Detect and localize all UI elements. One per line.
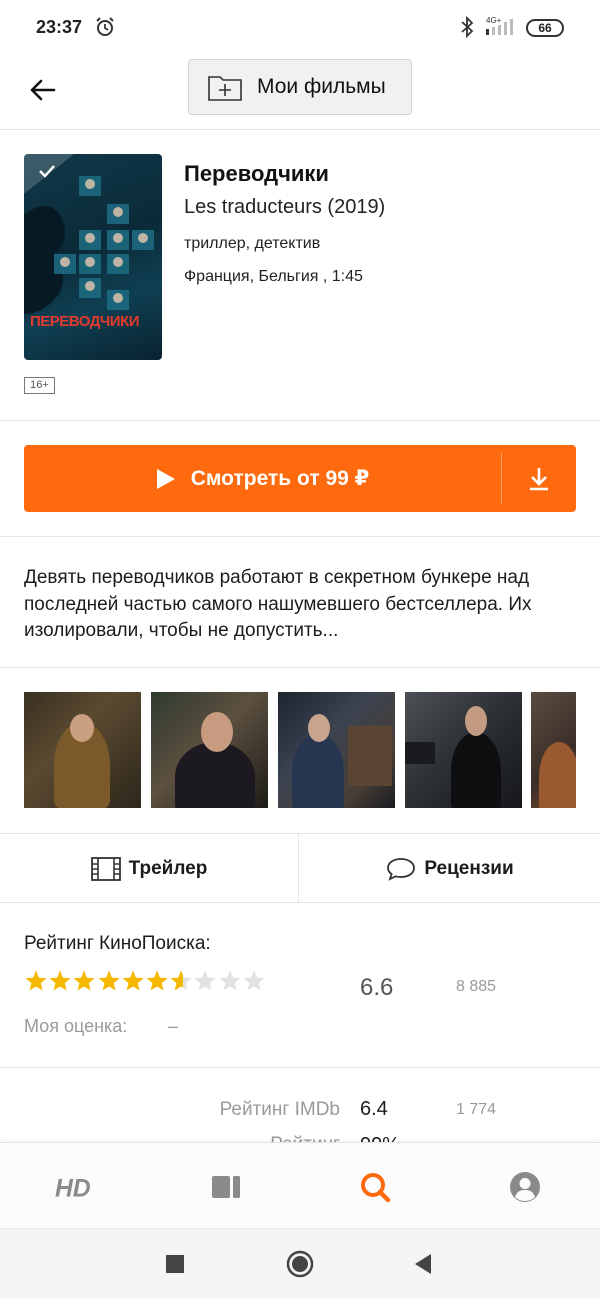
actions-row: Трейлер Рецензии xyxy=(0,834,600,903)
status-bar: 23:37 4G+ 66 xyxy=(0,0,600,56)
country-duration: Франция, Бельгия , 1:45 xyxy=(184,268,363,285)
play-icon xyxy=(156,468,175,489)
my-films-label: Мои фильмы xyxy=(257,75,386,98)
frame-thumbnail[interactable] xyxy=(24,692,141,808)
hd-icon: HD xyxy=(55,1176,91,1203)
rating-stars[interactable] xyxy=(24,969,274,993)
original-title: Les traducteurs (2019) xyxy=(184,196,386,218)
kinopoisk-rating: Рейтинг КиноПоиска: 6.6 8 885 Моя оценка… xyxy=(0,903,600,1068)
bottom-nav: HD xyxy=(0,1142,600,1228)
recents-button[interactable] xyxy=(160,1249,190,1279)
movie-poster[interactable]: ПЕРЕВОДЧИКИ xyxy=(24,154,162,360)
my-rating-value: – xyxy=(168,1016,179,1036)
nav-profile[interactable] xyxy=(505,1167,545,1207)
watch-button[interactable]: Смотреть от 99 ₽ xyxy=(24,445,501,512)
kinopoisk-rating-label: Рейтинг КиноПоиска: xyxy=(24,933,211,954)
battery-icon: 66 xyxy=(526,19,564,37)
reviews-button[interactable]: Рецензии xyxy=(300,834,600,903)
download-button[interactable] xyxy=(502,445,576,512)
star-icon[interactable] xyxy=(97,969,121,993)
star-icon[interactable] xyxy=(48,969,72,993)
bluetooth-icon xyxy=(461,16,474,38)
star-icon[interactable] xyxy=(145,969,169,993)
age-rating-badge: 16+ xyxy=(24,377,55,394)
home-button[interactable] xyxy=(285,1249,315,1279)
recents-icon xyxy=(166,1255,184,1273)
frame-thumbnail[interactable] xyxy=(405,692,522,808)
home-icon xyxy=(286,1250,314,1278)
movie-info: ПЕРЕВОДЧИКИ 16+ Переводчики Les traducte… xyxy=(0,131,600,421)
kinopoisk-score: 6.6 xyxy=(360,974,394,1001)
nav-search[interactable] xyxy=(355,1167,395,1207)
download-icon xyxy=(530,467,548,490)
status-time: 23:37 xyxy=(36,17,83,37)
back-button[interactable] xyxy=(24,72,60,108)
star-icon[interactable] xyxy=(24,969,48,993)
kinopoisk-votes: 8 885 xyxy=(456,978,497,995)
svg-text:HD: HD xyxy=(55,1176,91,1203)
film-icon xyxy=(90,856,121,881)
system-nav-bar xyxy=(0,1228,600,1299)
alarm-icon xyxy=(96,17,114,36)
poster-title: ПЕРЕВОДЧИКИ xyxy=(30,313,139,330)
profile-icon xyxy=(510,1172,540,1202)
top-header: Мои фильмы xyxy=(0,56,600,130)
frames-gallery xyxy=(0,668,600,834)
frame-thumbnail[interactable] xyxy=(151,692,268,808)
star-icon[interactable] xyxy=(218,969,242,993)
search-icon xyxy=(361,1173,391,1203)
genres: триллер, детектив xyxy=(184,235,321,252)
system-back-button[interactable] xyxy=(408,1249,438,1279)
speech-bubble-icon xyxy=(387,857,416,881)
library-icon xyxy=(212,1176,240,1198)
arrow-left-icon xyxy=(30,79,56,101)
watch-label: Смотреть от 99 ₽ xyxy=(190,467,370,490)
signal-icon: 4G+ xyxy=(486,16,513,35)
my-rating-label: Моя оценка: xyxy=(24,1016,128,1036)
nav-library[interactable] xyxy=(206,1167,246,1207)
star-icon[interactable] xyxy=(193,969,217,993)
back-triangle-icon xyxy=(415,1254,431,1274)
nav-hd[interactable]: HD xyxy=(54,1167,94,1207)
reviews-label: Рецензии xyxy=(424,857,514,879)
star-icon[interactable] xyxy=(72,969,96,993)
star-icon[interactable] xyxy=(242,969,266,993)
imdb-rating-label: Рейтинг IMDb xyxy=(219,1099,340,1120)
frame-thumbnail[interactable] xyxy=(278,692,395,808)
my-films-button[interactable]: Мои фильмы xyxy=(188,59,412,115)
star-icon[interactable] xyxy=(169,969,193,993)
movie-description: Девять переводчиков работают в секретном… xyxy=(24,567,532,641)
trailer-button[interactable]: Трейлер xyxy=(0,834,299,903)
next-rating-value: 99% xyxy=(360,1134,400,1142)
next-rating-label: Рейтинг xyxy=(270,1134,340,1142)
watch-section: Смотреть от 99 ₽ xyxy=(0,421,600,537)
network-type: 4G+ xyxy=(486,16,502,25)
imdb-rating: Рейтинг IMDb 6.4 1 774 Рейтинг 99% xyxy=(0,1068,600,1142)
watch-button-group: Смотреть от 99 ₽ xyxy=(24,445,576,512)
frame-thumbnail[interactable] xyxy=(531,692,576,808)
imdb-score: 6.4 xyxy=(360,1098,388,1120)
trailer-label: Трейлер xyxy=(128,857,208,879)
movie-title: Переводчики xyxy=(184,161,329,186)
description-section[interactable]: Девять переводчиков работают в секретном… xyxy=(0,537,600,668)
star-icon[interactable] xyxy=(121,969,145,993)
imdb-votes: 1 774 xyxy=(456,1101,497,1118)
folder-plus-icon xyxy=(208,76,242,101)
